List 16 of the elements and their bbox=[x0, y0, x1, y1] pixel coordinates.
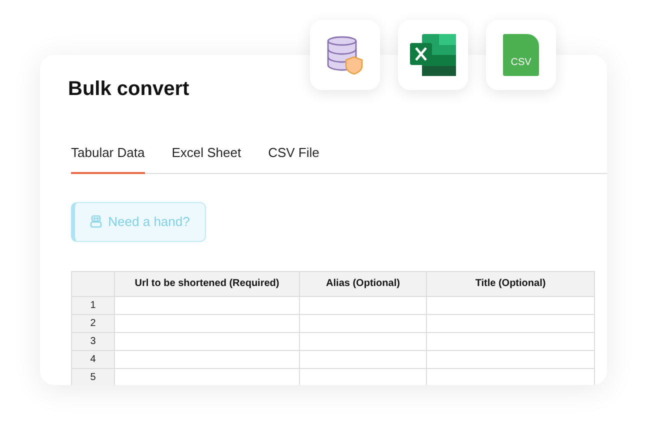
spreadsheet-icon bbox=[410, 34, 456, 76]
tab[interactable]: Excel Sheet bbox=[172, 143, 242, 174]
row-number: 4 bbox=[72, 350, 114, 368]
robot-icon bbox=[90, 215, 102, 228]
row-number: 3 bbox=[72, 332, 114, 350]
column-header: Url to be shortened (Required) bbox=[114, 271, 300, 296]
row-number: 1 bbox=[72, 296, 114, 314]
column-header: Alias (Optional) bbox=[300, 271, 426, 296]
database-shield-icon bbox=[326, 35, 364, 75]
column-header: Title (Optional) bbox=[426, 271, 594, 296]
tab[interactable]: Tabular Data bbox=[71, 143, 145, 174]
row-number: 5 bbox=[72, 368, 114, 385]
row-number: 2 bbox=[72, 314, 114, 332]
page-title: Bulk convert bbox=[68, 77, 190, 101]
tab[interactable]: CSV File bbox=[268, 143, 320, 174]
csv-file-icon: CSV bbox=[503, 34, 539, 76]
